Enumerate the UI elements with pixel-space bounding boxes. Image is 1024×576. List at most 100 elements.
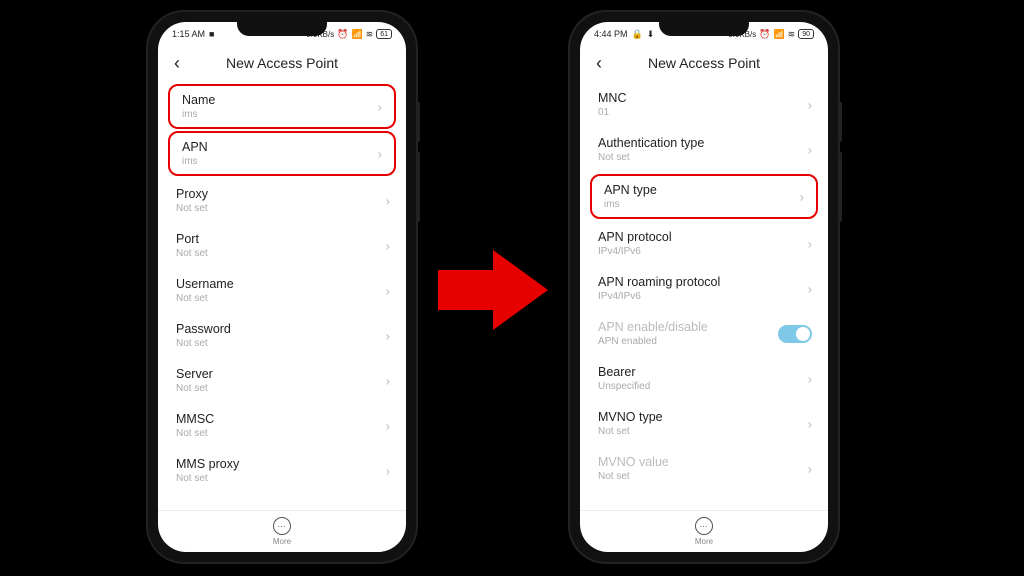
chevron-right-icon: › bbox=[386, 418, 390, 433]
setting-label: APN roaming protocol bbox=[598, 275, 810, 289]
setting-value: Not set bbox=[598, 152, 810, 163]
setting-label: APN type bbox=[604, 183, 804, 197]
setting-label: Username bbox=[176, 277, 388, 291]
setting-row-password[interactable]: Password Not set› bbox=[162, 313, 402, 358]
side-button bbox=[839, 152, 842, 222]
side-button bbox=[417, 102, 420, 142]
setting-label: Bearer bbox=[598, 365, 810, 379]
setting-row-mms-proxy[interactable]: MMS proxy Not set› bbox=[162, 448, 402, 493]
setting-label: Port bbox=[176, 232, 388, 246]
more-icon[interactable]: ⋯ bbox=[695, 517, 713, 535]
setting-row-server[interactable]: Server Not set› bbox=[162, 358, 402, 403]
more-label: More bbox=[273, 537, 291, 546]
notch bbox=[659, 22, 749, 36]
chevron-right-icon: › bbox=[808, 236, 812, 251]
setting-value: Not set bbox=[598, 471, 810, 482]
setting-value: IPv4/IPv6 bbox=[598, 291, 810, 302]
chevron-right-icon: › bbox=[386, 328, 390, 343]
setting-label: Server bbox=[176, 367, 388, 381]
alarm-icon: ⏰ bbox=[337, 30, 348, 39]
chevron-right-icon: › bbox=[808, 97, 812, 112]
title-bar: ‹ New Access Point bbox=[158, 44, 406, 82]
setting-value: Not set bbox=[176, 473, 388, 484]
setting-label: Proxy bbox=[176, 187, 388, 201]
setting-value: Not set bbox=[598, 426, 810, 437]
setting-value: ims bbox=[604, 199, 804, 210]
status-time: 4:44 PM bbox=[594, 29, 628, 39]
setting-label: MVNO type bbox=[598, 410, 810, 424]
chevron-right-icon: › bbox=[808, 461, 812, 476]
setting-row-bearer[interactable]: Bearer Unspecified› bbox=[584, 356, 824, 401]
setting-row-apn-type[interactable]: APN type ims› bbox=[590, 174, 818, 219]
setting-value: ims bbox=[182, 156, 382, 167]
setting-label: APN bbox=[182, 140, 382, 154]
setting-row-port[interactable]: Port Not set› bbox=[162, 223, 402, 268]
phone-right: 4:44 PM 🔒 ⬇ 0.0KB/s ⏰ 📶 ≋ 90 ‹ New Acces… bbox=[570, 12, 838, 562]
battery-icon: 90 bbox=[798, 29, 814, 39]
setting-row-apn-enable-disable[interactable]: APN enable/disableAPN enabled bbox=[584, 311, 824, 356]
setting-value: Not set bbox=[176, 338, 388, 349]
setting-value: Not set bbox=[176, 383, 388, 394]
setting-row-username[interactable]: Username Not set› bbox=[162, 268, 402, 313]
signal-icon: 📶 bbox=[351, 30, 362, 39]
screen-left: 1:15 AM ■ 0.0KB/s ⏰ 📶 ≋ 61 ‹ New Access … bbox=[158, 22, 406, 552]
chevron-right-icon: › bbox=[386, 238, 390, 253]
chevron-right-icon: › bbox=[386, 283, 390, 298]
setting-row-name[interactable]: Nameims› bbox=[168, 84, 396, 129]
title-bar: ‹ New Access Point bbox=[580, 44, 828, 82]
back-button[interactable]: ‹ bbox=[592, 49, 606, 78]
chevron-right-icon: › bbox=[386, 463, 390, 478]
setting-value: Not set bbox=[176, 293, 388, 304]
battery-icon: 61 bbox=[376, 29, 392, 39]
more-label: More bbox=[695, 537, 713, 546]
setting-row-mnc[interactable]: MNC 01› bbox=[584, 82, 824, 127]
settings-list: MNC01›Authentication typeNot set›APN typ… bbox=[580, 82, 828, 510]
setting-label: APN protocol bbox=[598, 230, 810, 244]
setting-label: MMS proxy bbox=[176, 457, 388, 471]
chevron-right-icon: › bbox=[808, 416, 812, 431]
more-icon[interactable]: ⋯ bbox=[273, 517, 291, 535]
toggle-switch[interactable] bbox=[778, 325, 812, 343]
chevron-right-icon: › bbox=[800, 189, 804, 204]
bottom-bar: ⋯ More bbox=[580, 510, 828, 552]
back-button[interactable]: ‹ bbox=[170, 49, 184, 78]
setting-label: Password bbox=[176, 322, 388, 336]
setting-label: MMSC bbox=[176, 412, 388, 426]
setting-value: Not set bbox=[176, 428, 388, 439]
setting-row-apn[interactable]: APN ims› bbox=[168, 131, 396, 176]
signal-icon: 📶 bbox=[773, 30, 784, 39]
setting-value: Not set bbox=[176, 203, 388, 214]
setting-row-apn-protocol[interactable]: APN protocolIPv4/IPv6› bbox=[584, 221, 824, 266]
settings-list: Nameims›APNims›ProxyNot set›PortNot set›… bbox=[158, 82, 406, 510]
chevron-right-icon: › bbox=[378, 146, 382, 161]
alarm-icon: ⏰ bbox=[759, 30, 770, 39]
bottom-bar: ⋯ More bbox=[158, 510, 406, 552]
phone-left: 1:15 AM ■ 0.0KB/s ⏰ 📶 ≋ 61 ‹ New Access … bbox=[148, 12, 416, 562]
chevron-right-icon: › bbox=[386, 373, 390, 388]
setting-value: ims bbox=[182, 109, 382, 120]
notch bbox=[237, 22, 327, 36]
page-title: New Access Point bbox=[158, 55, 406, 71]
chevron-right-icon: › bbox=[386, 193, 390, 208]
setting-row-proxy[interactable]: Proxy Not set› bbox=[162, 178, 402, 223]
setting-value: Unspecified bbox=[598, 381, 810, 392]
setting-value: Not set bbox=[176, 248, 388, 259]
chevron-right-icon: › bbox=[378, 99, 382, 114]
status-time: 1:15 AM bbox=[172, 29, 205, 39]
setting-row-mvno-type[interactable]: MVNO type Not set› bbox=[584, 401, 824, 446]
chevron-right-icon: › bbox=[808, 281, 812, 296]
setting-row-apn-roaming-protocol[interactable]: APN roaming protocol IPv4/IPv6› bbox=[584, 266, 824, 311]
setting-row-mmsc[interactable]: MMSC Not set› bbox=[162, 403, 402, 448]
chevron-right-icon: › bbox=[808, 371, 812, 386]
setting-row-authentication-type[interactable]: Authentication typeNot set› bbox=[584, 127, 824, 172]
side-button bbox=[417, 152, 420, 222]
setting-value: 01 bbox=[598, 107, 810, 118]
wifi-icon: ≋ bbox=[788, 30, 796, 39]
wifi-icon: ≋ bbox=[366, 30, 374, 39]
update-icon: ⬇ bbox=[647, 30, 655, 39]
locked-icon: 🔒 bbox=[632, 30, 643, 39]
setting-label: MNC bbox=[598, 91, 810, 105]
screen-right: 4:44 PM 🔒 ⬇ 0.0KB/s ⏰ 📶 ≋ 90 ‹ New Acces… bbox=[580, 22, 828, 552]
page-title: New Access Point bbox=[580, 55, 828, 71]
chevron-right-icon: › bbox=[808, 142, 812, 157]
